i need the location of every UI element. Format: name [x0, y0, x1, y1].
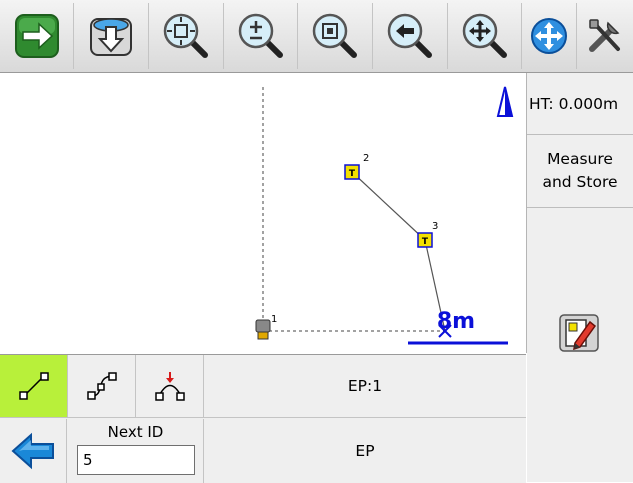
north-arrow-icon — [496, 86, 514, 117]
tools-button[interactable] — [577, 3, 633, 69]
toolbar — [0, 0, 633, 73]
line-mode-icon — [18, 372, 49, 400]
scale-label: 8m — [437, 309, 475, 334]
edit-notes-icon — [559, 314, 599, 352]
zoom-in-out-button[interactable] — [224, 3, 298, 69]
pan-icon — [462, 13, 507, 58]
measure-and-store-button[interactable]: Measure and Store — [527, 136, 633, 208]
curve-mode-icon — [86, 372, 117, 400]
zoom-extents-button[interactable] — [149, 3, 224, 69]
scale-bar: 8m — [408, 309, 508, 345]
download-icon — [90, 18, 132, 56]
zoom-window-icon — [312, 13, 357, 58]
download-button[interactable] — [74, 3, 149, 69]
zoom-previous-icon — [387, 13, 432, 58]
back-arrow-icon — [11, 432, 54, 470]
measure-label-line2: and Store — [542, 173, 618, 191]
zoom-in-out-icon — [238, 13, 283, 58]
next-id-input[interactable] — [77, 445, 195, 475]
edit-notes-button[interactable] — [557, 311, 601, 359]
arc-mode-button[interactable] — [136, 355, 204, 418]
point-1-label: 1 — [271, 314, 277, 325]
ep-field[interactable]: EP — [204, 419, 526, 483]
zoom-window-button[interactable] — [298, 3, 373, 69]
forward-button[interactable] — [0, 3, 74, 69]
point-3-label: 3 — [432, 221, 438, 232]
back-button[interactable] — [0, 419, 67, 483]
line-mode-button[interactable] — [0, 355, 68, 418]
ep-one-field[interactable]: EP:1 — [204, 355, 526, 418]
zoom-extents-icon — [163, 13, 208, 58]
pan-button[interactable] — [448, 3, 522, 69]
point-2-label: 2 — [363, 153, 369, 164]
forward-arrow-icon — [14, 14, 59, 58]
arc-mode-icon — [154, 372, 185, 401]
instrument-height-label[interactable]: HT: 0.000m — [527, 73, 633, 135]
traverse-point-3[interactable]: T 3 — [417, 221, 438, 248]
bottom-panel: EP:1 Next ID EP — [0, 354, 526, 483]
instrument-point-1[interactable]: 1 — [255, 314, 277, 340]
globe-pan-icon — [531, 18, 567, 54]
traverse-point-2[interactable]: T 2 — [344, 153, 369, 180]
next-id-label: Next ID — [107, 423, 164, 441]
tools-icon — [589, 19, 620, 52]
map-canvas[interactable]: T 2 T 3 1 8m — [0, 73, 526, 353]
svg-text:T: T — [349, 169, 356, 179]
svg-text:T: T — [422, 237, 429, 247]
curve-mode-button[interactable] — [68, 355, 136, 418]
zoom-previous-button[interactable] — [373, 3, 448, 69]
map-view[interactable]: T 2 T 3 1 8m — [0, 73, 527, 353]
sidebar: HT: 0.000m Measure and Store — [527, 73, 633, 482]
globe-pan-button[interactable] — [522, 3, 577, 69]
next-id-group: Next ID — [67, 419, 204, 483]
measure-label-line1: Measure — [547, 150, 613, 168]
